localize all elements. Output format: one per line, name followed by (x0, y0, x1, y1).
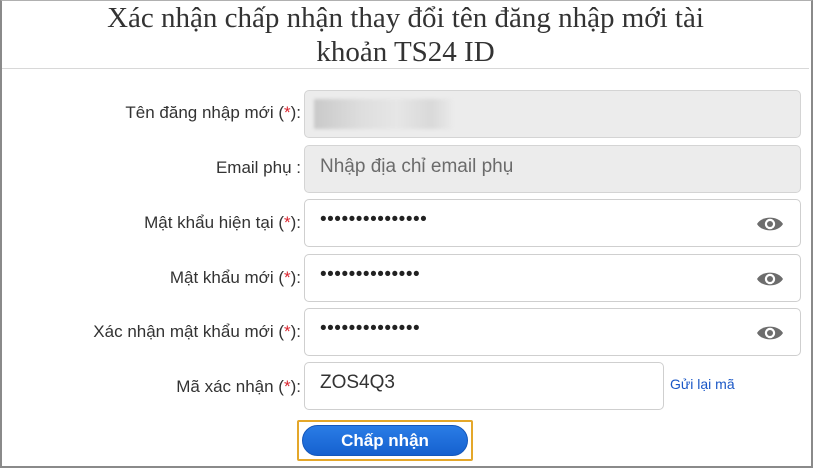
new-password-field[interactable]: •••••••••••••• (304, 254, 801, 302)
verification-code-label: Mã xác nhận (*): (176, 377, 301, 396)
required-mark: * (283, 268, 291, 287)
new-password-value: •••••••••••••• (320, 264, 421, 285)
dialog-title: Xác nhận chấp nhận thay đổi tên đăng nhậ… (2, 0, 809, 68)
required-mark: * (283, 377, 291, 396)
confirm-password-field[interactable]: •••••••••••••• (304, 308, 801, 356)
submit-button-highlight: Chấp nhận (297, 420, 473, 461)
new-username-label: Tên đăng nhập mới (*): (125, 103, 301, 122)
accept-button[interactable]: Chấp nhận (302, 425, 468, 456)
eye-icon[interactable] (756, 323, 784, 343)
backup-email-placeholder: Nhập địa chỉ email phụ (320, 156, 514, 177)
backup-email-field[interactable]: Nhập địa chỉ email phụ (304, 145, 801, 193)
current-password-label: Mật khẩu hiện tại (*): (144, 213, 301, 232)
verification-code-value: ZOS4Q3 (320, 372, 395, 393)
confirm-password-value: •••••••••••••• (320, 318, 421, 339)
new-password-label: Mật khẩu mới (*): (169, 268, 301, 287)
backup-email-label: Email phụ : (215, 158, 301, 177)
verification-code-field[interactable]: ZOS4Q3 (304, 362, 664, 410)
current-password-value: ••••••••••••••• (320, 209, 428, 230)
title-divider (2, 68, 809, 69)
redacted-username (314, 99, 452, 129)
confirm-password-label: Xác nhận mật khẩu mới (*): (93, 322, 301, 341)
new-username-field (304, 90, 801, 138)
current-password-field[interactable]: ••••••••••••••• (304, 199, 801, 247)
dialog-title-line-2: khoản TS24 ID (316, 36, 495, 68)
required-mark: * (283, 103, 291, 122)
required-mark: * (283, 322, 291, 341)
required-mark: * (283, 213, 291, 232)
eye-icon[interactable] (756, 214, 784, 234)
eye-icon[interactable] (756, 269, 784, 289)
resend-code-link[interactable]: Gửi lại mã (670, 376, 735, 392)
dialog-title-line-1: Xác nhận chấp nhận thay đổi tên đăng nhậ… (107, 2, 704, 34)
